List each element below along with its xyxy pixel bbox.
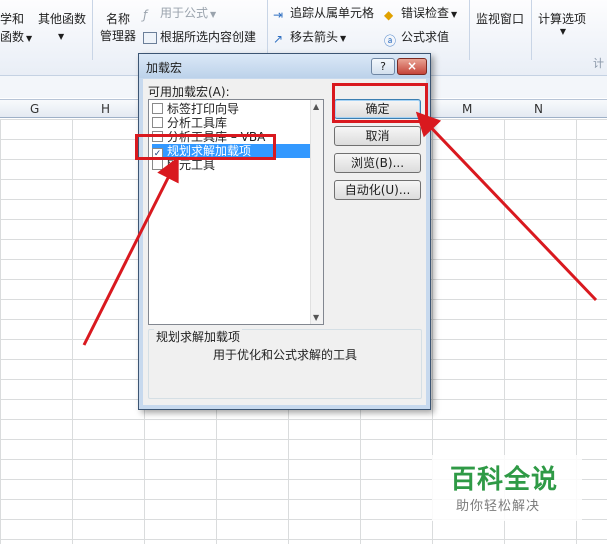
arrow-to-ok xyxy=(415,111,598,302)
watermark-subtitle: 助你轻松解决 xyxy=(456,499,541,514)
arrow-to-checkbox xyxy=(82,156,179,346)
watermark: 百科全说 助你轻松解决 xyxy=(432,455,582,521)
watermark-title: 百科全说 xyxy=(450,465,559,495)
